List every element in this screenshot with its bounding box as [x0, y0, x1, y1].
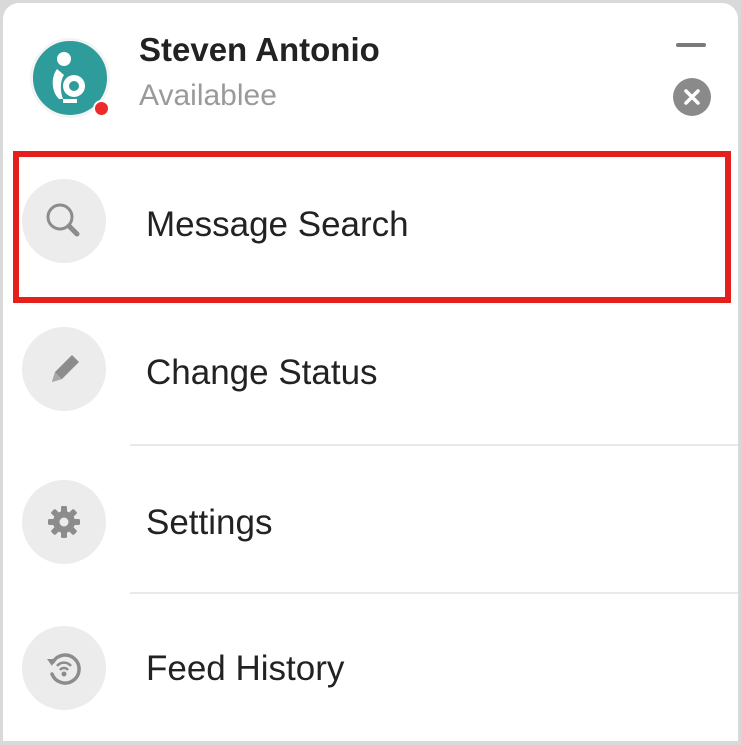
- menu-item-label: Change Status: [146, 353, 378, 392]
- menu-item-label: Settings: [146, 503, 273, 542]
- user-name: Steven Antonio: [139, 31, 380, 68]
- gear-icon-circle: [22, 480, 106, 564]
- history-icon: [47, 653, 81, 685]
- menu-item-change-status[interactable]: Change Status: [3, 299, 738, 445]
- menu-divider: [130, 444, 738, 446]
- search-icon: [46, 203, 80, 237]
- user-header: Steven Antonio Availablee: [3, 3, 738, 143]
- close-button[interactable]: [673, 78, 711, 116]
- user-status: Availablee: [139, 79, 277, 112]
- minimize-icon: [676, 43, 706, 47]
- history-icon-circle: [22, 626, 106, 710]
- menu-item-label: Feed History: [146, 649, 345, 688]
- menu-item-message-search[interactable]: Message Search: [3, 151, 738, 297]
- search-icon-circle: [22, 179, 106, 263]
- minimize-button[interactable]: [671, 31, 711, 59]
- presence-indicator: [93, 100, 110, 117]
- pencil-icon-circle: [22, 327, 106, 411]
- menu-item-label: Message Search: [146, 205, 409, 244]
- menu-item-feed-history[interactable]: Feed History: [3, 595, 738, 741]
- gear-icon: [48, 506, 80, 538]
- menu-item-settings[interactable]: Settings: [3, 447, 738, 593]
- pencil-icon: [52, 355, 79, 382]
- close-icon: [684, 89, 700, 105]
- user-menu-panel: Steven Antonio Availablee Message Search: [3, 3, 738, 741]
- menu-divider: [130, 592, 738, 594]
